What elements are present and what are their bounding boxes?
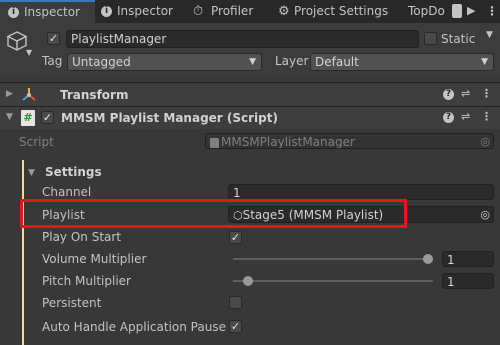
group-indent-line <box>22 160 24 345</box>
tab-scroll-right-icon[interactable]: ▶ <box>467 4 479 18</box>
object-picker-icon: ◎ <box>480 135 490 148</box>
tab-project-settings[interactable]: ⚙ Project Settings <box>270 0 402 23</box>
divider <box>0 82 500 83</box>
gameobject-header: ▼ ✓ PlaylistManager Static ▼ Tag Untagge… <box>0 23 500 76</box>
transform-title: Transform <box>60 88 129 102</box>
component-enabled-checkbox[interactable]: ✓ <box>41 111 54 124</box>
tab-label: Inspector <box>117 4 173 18</box>
more-options-icon[interactable]: ⋮ <box>486 4 498 18</box>
persistent-checkbox[interactable] <box>229 296 242 309</box>
gear-icon: ⚙ <box>278 4 290 19</box>
slider-track <box>233 280 433 282</box>
script-field: MMSMPlaylistManager ◎ <box>205 133 494 149</box>
foldout-collapsed-icon[interactable]: ▶ <box>6 89 13 99</box>
play-on-start-checkbox[interactable]: ✓ <box>229 231 242 244</box>
script-component-header[interactable]: ▼ # ✓ MMSM Playlist Manager (Script) ? ⇌… <box>0 107 500 129</box>
transform-icon <box>21 87 37 103</box>
active-checkbox[interactable]: ✓ <box>47 32 60 45</box>
help-icon[interactable]: ? <box>443 112 454 123</box>
script-value: MMSMPlaylistManager <box>221 135 355 149</box>
persistent-label: Persistent <box>42 296 102 310</box>
lock-icon[interactable] <box>452 4 462 18</box>
static-checkbox[interactable] <box>424 32 437 45</box>
tab-label: Profiler <box>211 4 254 18</box>
layer-label: Layer <box>275 54 309 68</box>
volume-multiplier-label: Volume Multiplier <box>42 252 147 266</box>
gameobject-cube-icon <box>6 30 28 52</box>
settings-foldout-icon[interactable]: ▼ <box>28 168 35 178</box>
tab-label: Project Settings <box>294 4 389 18</box>
highlight-box <box>20 199 407 228</box>
tab-inspector[interactable]: i Inspector <box>95 0 185 23</box>
pitch-multiplier-label: Pitch Multiplier <box>42 274 131 288</box>
slider-track <box>233 258 433 260</box>
foldout-expanded-icon[interactable]: ▼ <box>6 112 13 122</box>
tab-bar: i Inspector i Inspector ⏱ Profiler ⚙ Pro… <box>0 0 500 23</box>
volume-multiplier-slider[interactable] <box>233 252 433 266</box>
tag-label: Tag <box>42 54 63 68</box>
info-icon: i <box>8 7 19 18</box>
help-icon[interactable]: ? <box>443 89 454 100</box>
pitch-multiplier-input[interactable]: 1 <box>442 273 494 289</box>
context-menu-icon[interactable]: ⋮ <box>481 88 492 100</box>
channel-label: Channel <box>42 185 92 199</box>
static-dropdown-icon[interactable]: ▼ <box>486 30 493 40</box>
presets-icon[interactable]: ⇌ <box>461 88 470 100</box>
chevron-down-icon: ▼ <box>481 57 488 67</box>
volume-multiplier-input[interactable]: 1 <box>442 251 494 267</box>
tab-topdown[interactable]: TopDo <box>402 0 452 23</box>
static-label: Static <box>441 32 476 46</box>
slider-thumb[interactable] <box>423 254 433 264</box>
presets-icon[interactable]: ⇌ <box>461 111 470 123</box>
slider-thumb[interactable] <box>243 276 253 286</box>
layer-dropdown[interactable]: Default ▼ <box>310 53 494 71</box>
tab-inspector-active[interactable]: i Inspector <box>0 0 95 23</box>
tag-value: Untagged <box>72 55 131 69</box>
auto-handle-pause-checkbox[interactable]: ✓ <box>229 320 242 333</box>
tab-label: TopDo <box>408 4 445 18</box>
info-icon: i <box>101 6 112 17</box>
settings-header[interactable]: Settings <box>45 165 102 179</box>
script-component-title: MMSM Playlist Manager (Script) <box>61 111 278 125</box>
layer-value: Default <box>315 55 359 69</box>
gameobject-name-input[interactable]: PlaylistManager <box>66 30 419 48</box>
tab-profiler[interactable]: ⏱ Profiler <box>185 0 270 23</box>
stopwatch-icon: ⏱ <box>193 4 204 19</box>
script-label: Script <box>19 135 54 149</box>
auto-handle-pause-label: Auto Handle Application Pause <box>42 320 226 334</box>
context-menu-icon[interactable]: ⋮ <box>481 111 492 123</box>
chevron-down-icon: ▼ <box>249 57 256 67</box>
channel-input[interactable]: 1 <box>228 184 494 200</box>
pitch-multiplier-slider[interactable] <box>233 274 433 288</box>
csharp-script-icon: # <box>21 110 35 126</box>
play-on-start-label: Play On Start <box>42 230 122 244</box>
object-picker-icon[interactable]: ◎ <box>480 207 490 222</box>
tag-dropdown[interactable]: Untagged ▼ <box>67 53 262 71</box>
transform-header[interactable]: ▶ Transform ? ⇌ ⋮ <box>0 84 500 106</box>
script-file-icon <box>210 137 219 148</box>
icon-dropdown-icon[interactable]: ▼ <box>26 48 32 57</box>
tab-label: Inspector <box>24 5 80 19</box>
